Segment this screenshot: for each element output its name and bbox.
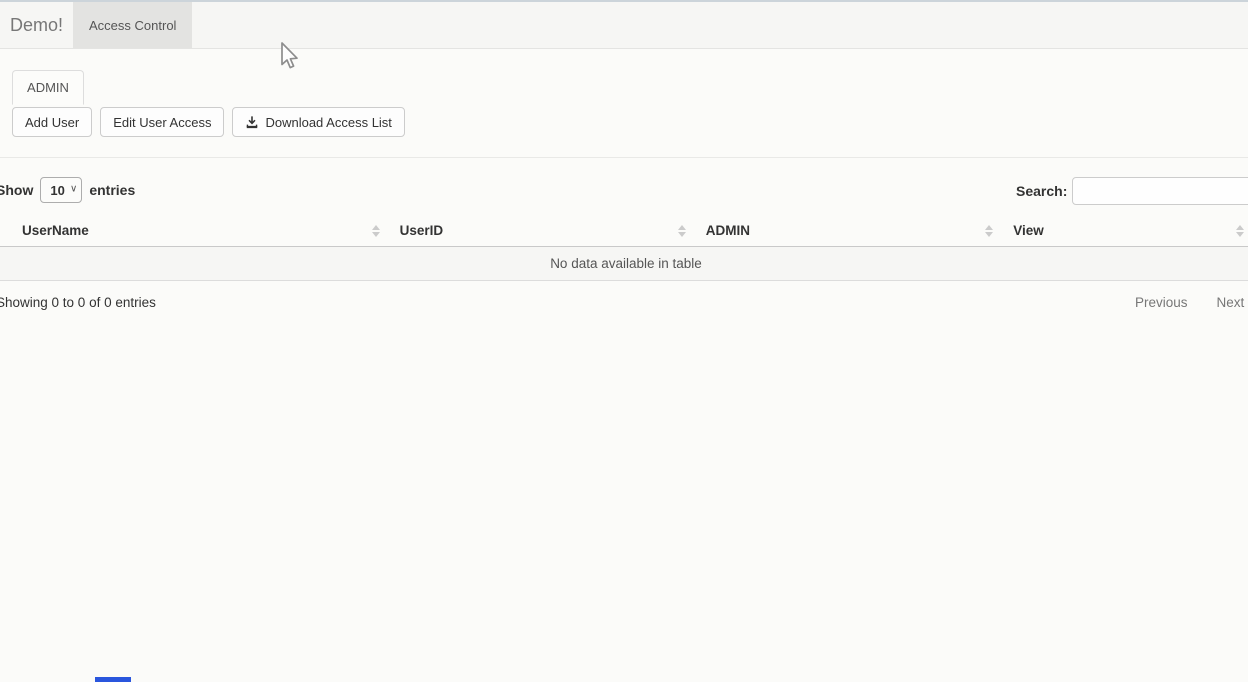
empty-message: No data available in table [0, 247, 1248, 281]
navbar: Demo! Access Control [0, 0, 1248, 49]
table-header-row: UserName UserID ADMIN View [0, 215, 1248, 247]
empty-row: No data available in table [0, 247, 1248, 281]
column-header-userid[interactable]: UserID [392, 215, 698, 247]
nav-item-access-control[interactable]: Access Control [73, 2, 192, 48]
brand-title: Demo! [0, 2, 73, 48]
toolbar: Add User Edit User Access Download Acces… [12, 107, 405, 137]
column-label: View [1013, 223, 1044, 238]
previous-button[interactable]: Previous [1135, 295, 1188, 310]
edit-user-access-button[interactable]: Edit User Access [100, 107, 224, 137]
tab-admin[interactable]: ADMIN [12, 70, 84, 105]
pagination: Previous Next [1135, 295, 1244, 310]
next-button[interactable]: Next [1217, 295, 1245, 310]
column-header-admin[interactable]: ADMIN [698, 215, 1005, 247]
column-header-view[interactable]: View [1005, 215, 1248, 247]
show-label: Show [0, 182, 33, 198]
add-user-button[interactable]: Add User [12, 107, 92, 137]
sort-icon [985, 225, 993, 237]
divider [0, 157, 1248, 158]
sort-icon [372, 225, 380, 237]
download-icon [245, 115, 259, 129]
access-table: UserName UserID ADMIN View No data avail… [0, 215, 1248, 281]
page-length-control: Show 10 ∨ entries [0, 177, 135, 203]
table-info: Showing 0 to 0 of 0 entries [0, 295, 156, 310]
search-control: Search: [1016, 177, 1248, 205]
search-label: Search: [1016, 177, 1067, 205]
column-label: UserName [22, 223, 89, 238]
column-label: ADMIN [706, 223, 750, 238]
sort-icon [678, 225, 686, 237]
loading-indicator-bar [95, 677, 131, 682]
download-access-list-button[interactable]: Download Access List [232, 107, 404, 137]
sort-icon [1236, 225, 1244, 237]
download-access-list-label: Download Access List [265, 115, 391, 130]
entries-label: entries [89, 182, 135, 198]
search-input[interactable] [1072, 177, 1248, 205]
entries-select[interactable]: 10 [40, 177, 82, 203]
column-label: UserID [400, 223, 444, 238]
column-header-username[interactable]: UserName [0, 215, 392, 247]
